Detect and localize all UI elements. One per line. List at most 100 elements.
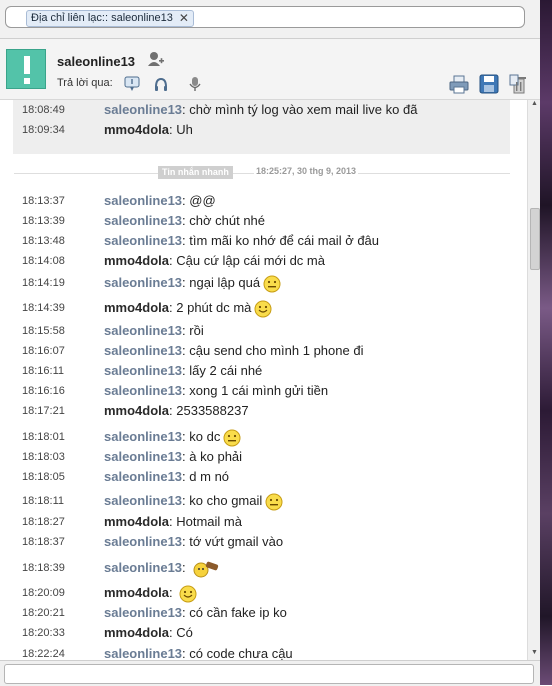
message-content: saleonline13: có code chưa cậu	[104, 646, 293, 660]
sender-name[interactable]: saleonline13	[104, 560, 182, 575]
message-time: 18:20:21	[22, 607, 65, 619]
message-time: 18:18:39	[22, 562, 65, 574]
message-time: 18:16:07	[22, 345, 65, 357]
avatar-placeholder-icon	[24, 56, 30, 84]
message-time: 18:14:39	[22, 302, 65, 314]
smile-emoticon-icon	[179, 585, 197, 603]
message-content: mmo4dola: Cậu cứ lập cái mới dc mà	[104, 253, 325, 268]
message-content: saleonline13: xong 1 cái mình gửi tiền	[104, 383, 329, 398]
sender-name[interactable]: saleonline13	[104, 193, 182, 208]
meh-emoticon-icon	[263, 275, 281, 293]
message-content: saleonline13: chờ chút nhé	[104, 213, 266, 228]
contact-chip[interactable]: Địa chỉ liên lạc:: saleonline13 ✕	[26, 10, 194, 27]
message-text: lấy 2 cái nhé	[189, 363, 263, 378]
message-time: 18:18:05	[22, 471, 65, 483]
message-time: 18:16:16	[22, 385, 65, 397]
message-time: 18:18:03	[22, 451, 65, 463]
avatar[interactable]	[6, 49, 46, 89]
message-history[interactable]: 18:08:49 saleonline13: chờ mình tý log v…	[0, 100, 527, 660]
message-content: mmo4dola: Uh	[104, 122, 193, 137]
sender-name[interactable]: saleonline13	[104, 449, 182, 464]
sender-name[interactable]: mmo4dola	[104, 300, 169, 315]
message-text: cậu send cho mình 1 phone đi	[189, 343, 364, 358]
message-content: saleonline13:	[104, 559, 220, 578]
message-text: Hotmail mà	[176, 514, 242, 529]
message-content: mmo4dola: Hotmail mà	[104, 514, 242, 529]
sender-name[interactable]: mmo4dola	[104, 253, 169, 268]
message-text: d m nó	[189, 469, 230, 484]
sender-name[interactable]: saleonline13	[104, 534, 182, 549]
message-text: Có	[176, 625, 193, 640]
message-time: 18:14:19	[22, 277, 65, 289]
desktop-background-strip	[540, 0, 552, 685]
message-content: saleonline13: chờ mình tý log vào xem ma…	[104, 102, 418, 117]
message-text: xong 1 cái mình gửi tiền	[189, 383, 329, 398]
chat-scrollbar[interactable]: ▲ ▼	[527, 100, 541, 660]
add-contact-icon[interactable]	[147, 51, 165, 67]
sender-name[interactable]: saleonline13	[104, 605, 182, 620]
message-time: 18:20:33	[22, 627, 65, 639]
message-text: rồi	[189, 323, 204, 338]
message-time: 18:13:39	[22, 215, 65, 227]
meh-emoticon-icon	[265, 493, 283, 511]
contact-chip-label: Địa chỉ liên lạc:: saleonline13	[31, 12, 173, 24]
message-text: có cần fake ip ko	[189, 605, 287, 620]
sender-name[interactable]: saleonline13	[104, 213, 182, 228]
divider-label: Tin nhắn nhanh	[158, 166, 233, 179]
meh-emoticon-icon	[223, 429, 241, 447]
message-text: @@	[189, 193, 216, 208]
message-text: tớ vứt gmail vào	[189, 534, 284, 549]
sender-name[interactable]: saleonline13	[104, 363, 182, 378]
delete-history-icon[interactable]	[508, 73, 530, 95]
scroll-up-icon[interactable]: ▲	[530, 100, 539, 109]
save-icon[interactable]	[478, 73, 500, 95]
address-bar: Địa chỉ liên lạc:: saleonline13 ✕	[0, 0, 540, 39]
message-content: saleonline13: ngại lập quá	[104, 274, 281, 293]
sender-name[interactable]: mmo4dola	[104, 585, 169, 600]
message-input[interactable]	[4, 664, 534, 684]
message-time: 18:09:34	[22, 124, 65, 136]
microphone-icon[interactable]	[186, 75, 204, 93]
sender-name[interactable]: mmo4dola	[104, 514, 169, 529]
message-content: saleonline13: à ko phải	[104, 449, 243, 464]
address-input[interactable]: Địa chỉ liên lạc:: saleonline13 ✕	[5, 6, 525, 28]
sender-name[interactable]: mmo4dola	[104, 403, 169, 418]
sender-name[interactable]: saleonline13	[104, 383, 182, 398]
chat-reply-icon[interactable]	[123, 75, 141, 93]
sender-name[interactable]: mmo4dola	[104, 625, 169, 640]
sender-name[interactable]: saleonline13	[104, 469, 182, 484]
message-text: 2 phút dc mà	[176, 300, 252, 315]
phone-call-icon[interactable]	[152, 75, 170, 93]
message-content: mmo4dola:	[104, 584, 197, 603]
sender-name[interactable]: saleonline13	[104, 343, 182, 358]
sender-name[interactable]: mmo4dola	[104, 122, 169, 137]
message-text: ko cho gmail	[189, 493, 263, 508]
remove-chip-icon[interactable]: ✕	[179, 11, 189, 26]
message-content: mmo4dola: 2 phút dc mà	[104, 299, 272, 318]
message-text: Cậu cứ lập cái mới dc mà	[176, 253, 325, 268]
divider-timestamp: 18:25:27, 30 thg 9, 2013	[254, 166, 359, 176]
print-icon[interactable]	[448, 73, 470, 95]
sender-name[interactable]: saleonline13	[104, 233, 182, 248]
message-time: 18:22:24	[22, 648, 65, 660]
sender-name[interactable]: saleonline13	[104, 429, 182, 444]
message-content: saleonline13: ko cho gmail	[104, 492, 283, 511]
sender-name[interactable]: saleonline13	[104, 275, 182, 290]
message-time: 18:15:58	[22, 325, 65, 337]
message-text: tìm mãi ko nhớ để cái mail ở đâu	[189, 233, 380, 248]
sender-name[interactable]: saleonline13	[104, 323, 182, 338]
scroll-thumb[interactable]	[530, 208, 540, 270]
contact-name[interactable]: saleonline13	[57, 54, 135, 69]
bash-emoticon-icon	[193, 561, 219, 578]
sender-name[interactable]: saleonline13	[104, 102, 182, 117]
message-content: saleonline13: d m nó	[104, 469, 230, 484]
sender-name[interactable]: saleonline13	[104, 493, 182, 508]
message-content: saleonline13: @@	[104, 193, 216, 208]
scroll-down-icon[interactable]: ▼	[530, 649, 539, 658]
message-text: à ko phải	[189, 449, 243, 464]
message-content: saleonline13: lấy 2 cái nhé	[104, 363, 263, 378]
message-text: chờ mình tý log vào xem mail live ko đã	[189, 102, 418, 117]
message-text: ko dc	[189, 429, 221, 444]
sender-name[interactable]: saleonline13	[104, 646, 182, 660]
message-time: 18:08:49	[22, 104, 65, 116]
